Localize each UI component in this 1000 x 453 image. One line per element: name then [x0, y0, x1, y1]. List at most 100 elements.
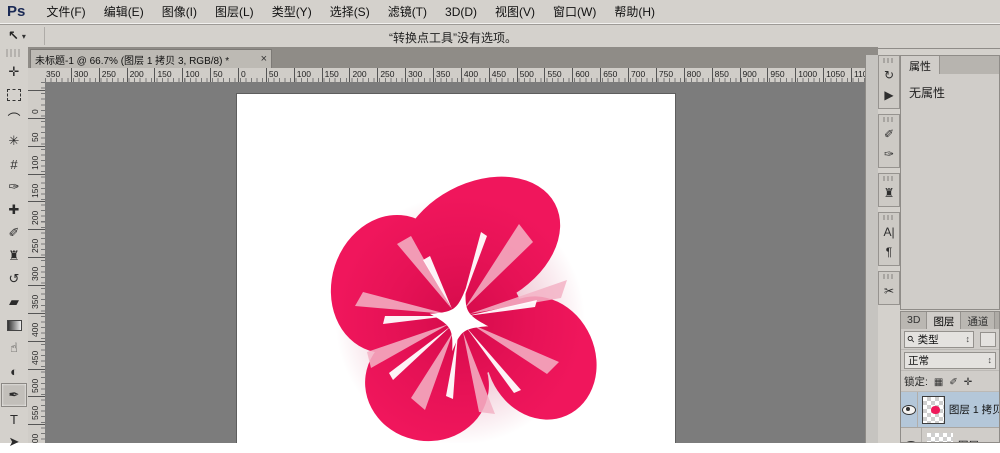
lock-paint-icon[interactable]: ✐ [949, 377, 957, 388]
dock-grip[interactable] [883, 117, 895, 122]
horizontal-ruler[interactable]: 350 300 250 200 150 100 50 0 50 100 150 200 250 300 35… [45, 68, 866, 83]
history-panel-icon[interactable]: ↻ [879, 65, 899, 85]
ruler-label: 600 [575, 69, 590, 79]
lasso-tool[interactable]: ⌒ [2, 107, 26, 129]
visibility-toggle[interactable] [901, 392, 919, 427]
ruler-corner[interactable] [28, 68, 46, 83]
dock-grip[interactable] [883, 176, 895, 181]
menu-item-2[interactable]: 图像(I) [153, 5, 206, 19]
tab-通道[interactable]: 通道 [961, 312, 996, 329]
eyedropper-tool[interactable]: ✑ [2, 176, 26, 198]
ruler-label: 450 [491, 69, 506, 79]
pasteboard[interactable] [45, 82, 866, 443]
crossed-tools-panel-icon[interactable]: ✂ [879, 281, 899, 301]
pen-convert-point-tool[interactable]: ✒ [1, 383, 27, 407]
chevron-down-icon: ▾ [21, 31, 26, 41]
clone-source-panel-icon[interactable]: ♜ [879, 183, 899, 203]
type-tool[interactable]: T [2, 408, 26, 430]
ruler-label: 1000 [798, 69, 818, 79]
ruler-label: 200 [352, 69, 367, 79]
ruler-tick [28, 229, 45, 231]
layer-thumbnail[interactable] [927, 432, 953, 442]
dock-grip[interactable] [883, 58, 895, 63]
photoshop-logo: Ps [7, 3, 26, 20]
lock-transparent-icon[interactable]: ▦ [934, 377, 943, 388]
ruler-label: 250 [101, 69, 116, 79]
ruler-label: 700 [631, 69, 646, 79]
ruler-label: 550 [547, 69, 562, 79]
menu-item-6[interactable]: 滤镜(T) [379, 5, 436, 19]
brush-tool[interactable]: ✐ [2, 222, 26, 244]
menu-item-5[interactable]: 选择(S) [321, 5, 379, 19]
ruler-tick [210, 68, 212, 82]
ruler-label: 900 [742, 69, 757, 79]
quick-selection-tool[interactable]: ✳ [2, 130, 26, 152]
brush-panel-icon[interactable]: ✐ [879, 124, 899, 144]
properties-panel: 属性 无属性 [900, 55, 1000, 310]
properties-content: 无属性 [909, 86, 946, 100]
filter-toggle-icon[interactable] [980, 331, 996, 347]
actions-panel-icon[interactable]: ▶ [879, 85, 899, 105]
ruler-tick [182, 68, 184, 82]
ruler-label: 200 [129, 69, 144, 79]
dock-grip[interactable] [883, 274, 895, 279]
layer-thumbnail[interactable] [922, 395, 945, 424]
menu-item-8[interactable]: 视图(V) [486, 5, 544, 19]
layer-filter-row: ⚲ 类型 ↕ [901, 329, 999, 350]
menu-item-10[interactable]: 帮助(H) [605, 5, 664, 19]
history-brush-tool[interactable]: ↺ [2, 268, 26, 290]
menu-item-0[interactable]: 文件(F) [37, 5, 94, 19]
menu-item-9[interactable]: 窗口(W) [544, 5, 605, 19]
menu-item-4[interactable]: 类型(Y) [263, 5, 321, 19]
blend-mode-select[interactable]: 正常 ↕ [904, 351, 996, 369]
options-bar: ↖ ▾ “转换点工具”没有选项。 [0, 24, 1000, 49]
flower-artwork [330, 176, 597, 443]
close-icon[interactable]: × [261, 53, 267, 65]
tab-properties[interactable]: 属性 [901, 56, 940, 74]
canvas[interactable] [236, 93, 676, 443]
vertical-scrollbar[interactable] [865, 55, 878, 443]
document-tab[interactable]: 未标题-1 @ 66.7% (图层 1 拷贝 3, RGB/8) * × [30, 49, 272, 68]
eraser-tool[interactable]: ▰ [2, 291, 26, 313]
ruler-tick [739, 68, 741, 82]
ruler-tick [655, 68, 657, 82]
ruler-tick [600, 68, 602, 82]
menu-item-7[interactable]: 3D(D) [436, 5, 486, 19]
ruler-tick [293, 68, 295, 82]
toolbox-grip[interactable] [6, 49, 22, 57]
spot-healing-tool[interactable]: ✚ [2, 199, 26, 221]
visibility-toggle[interactable] [901, 428, 922, 442]
brush-presets-panel-icon[interactable]: ✑ [879, 144, 899, 164]
vertical-ruler[interactable]: 0 50 100 150 200 250 300 350 400 450 500 550 600 [28, 82, 46, 443]
dodge-tool[interactable]: ◐ [2, 360, 26, 382]
layer-row[interactable]: 图层 1 [901, 428, 999, 442]
gradient-tool[interactable] [2, 314, 26, 336]
paragraph-panel-icon[interactable]: ¶ [879, 242, 899, 262]
tab-图层[interactable]: 图层 [927, 312, 962, 329]
dock-grip[interactable] [883, 215, 895, 220]
marquee-tool[interactable] [2, 84, 26, 106]
ruler-tick [321, 68, 323, 82]
ruler-label: 800 [686, 69, 701, 79]
crop-tool[interactable]: # [2, 153, 26, 175]
lock-position-icon[interactable]: ✛ [964, 377, 972, 388]
ruler-label: 850 [714, 69, 729, 79]
ruler-label: 450 [30, 350, 40, 365]
gradient-icon [6, 319, 22, 331]
ruler-tick [405, 68, 407, 82]
clone-stamp-tool[interactable]: ♜ [2, 245, 26, 267]
move-tool[interactable]: ✛ [2, 61, 26, 83]
direct-selection-tool[interactable]: ➤ [2, 431, 26, 453]
dock-group: ✐ ✑ [878, 114, 900, 168]
menu-item-1[interactable]: 编辑(E) [95, 5, 153, 19]
tab-3D[interactable]: 3D [901, 312, 928, 329]
ruler-tick [154, 68, 156, 82]
layer-row[interactable]: 图层 1 拷贝 3 [901, 392, 999, 428]
ruler-tick [460, 68, 462, 82]
ruler-tick [126, 68, 128, 82]
ruler-tick [28, 340, 45, 342]
smudge-tool[interactable]: ☝ [2, 337, 26, 359]
filter-type-select[interactable]: ⚲ 类型 ↕ [904, 330, 974, 348]
menu-item-3[interactable]: 图层(L) [206, 5, 263, 19]
character-panel-icon[interactable]: A| [879, 222, 899, 242]
